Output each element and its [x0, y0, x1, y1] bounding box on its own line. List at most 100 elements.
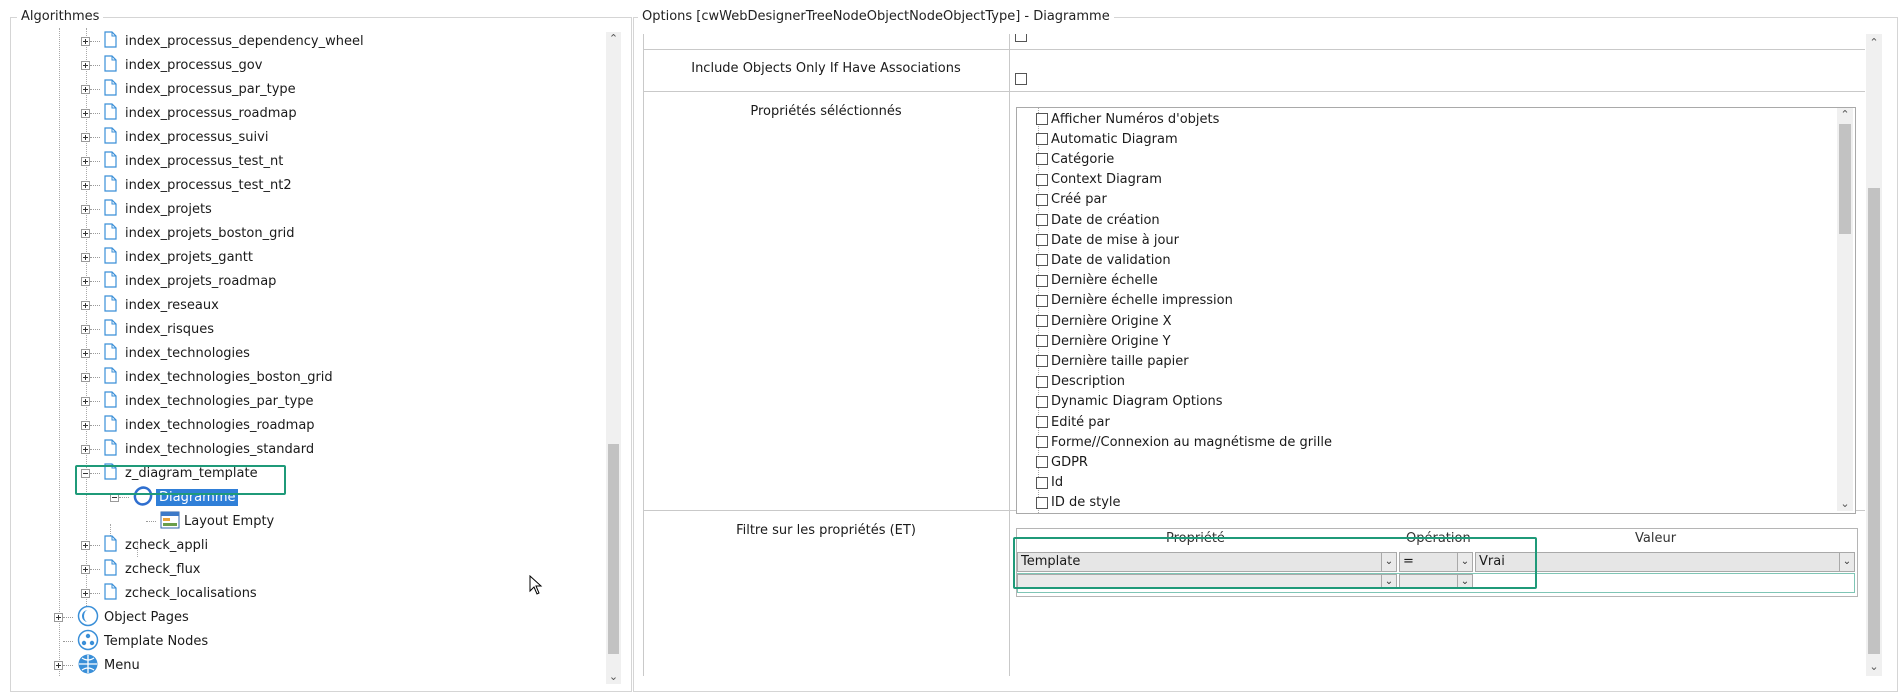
property-list-item[interactable]: Catégorie — [1036, 149, 1114, 169]
tree-item[interactable]: index_processus_dependency_wheel — [81, 29, 364, 53]
top-partial-checkbox[interactable] — [1015, 34, 1027, 42]
tree-item-object-pages[interactable]: Object Pages — [54, 605, 189, 629]
property-checkbox[interactable] — [1036, 436, 1048, 449]
tree-item[interactable]: index_processus_par_type — [81, 77, 296, 101]
property-checkbox[interactable] — [1036, 355, 1048, 368]
tree-item[interactable]: index_projets_roadmap — [81, 269, 276, 293]
expand-plus-icon[interactable] — [81, 300, 90, 310]
property-checkbox[interactable] — [1036, 113, 1048, 125]
properties-scrollbar-thumb[interactable] — [1839, 124, 1851, 234]
property-list-item[interactable]: Date de validation — [1036, 250, 1171, 270]
filter-value-dropdown-icon[interactable]: ⌄ — [1839, 553, 1854, 571]
expand-plus-icon[interactable] — [81, 372, 90, 382]
tree-item[interactable]: index_processus_gov — [81, 53, 262, 77]
property-checkbox[interactable] — [1036, 496, 1048, 509]
options-scrollbar[interactable]: ⌃ ⌄ — [1866, 34, 1882, 676]
property-checkbox[interactable] — [1036, 375, 1048, 388]
expand-plus-icon[interactable] — [81, 420, 90, 430]
expand-plus-icon[interactable] — [81, 252, 90, 262]
tree-item[interactable]: zcheck_localisations — [81, 581, 257, 605]
options-scrollbar-thumb[interactable] — [1868, 188, 1880, 654]
property-checkbox[interactable] — [1036, 456, 1048, 469]
expand-plus-icon[interactable] — [81, 156, 90, 166]
property-list-item[interactable]: Forme//Connexion au magnétisme de grille — [1036, 432, 1332, 452]
scroll-down-arrow-icon[interactable]: ⌄ — [606, 670, 621, 684]
expand-plus-icon[interactable] — [81, 564, 90, 574]
expand-plus-icon[interactable] — [81, 204, 90, 214]
expand-plus-icon[interactable] — [81, 444, 90, 454]
property-checkbox[interactable] — [1036, 294, 1048, 307]
property-list-item[interactable]: Dernière taille papier — [1036, 351, 1189, 371]
tree-item-menu[interactable]: Menu — [54, 653, 140, 677]
property-list-item[interactable]: GDPR — [1036, 452, 1088, 472]
property-checkbox[interactable] — [1036, 476, 1048, 489]
property-checkbox[interactable] — [1036, 193, 1048, 206]
expand-plus-icon[interactable] — [81, 84, 90, 94]
tree-item[interactable]: index_risques — [81, 317, 214, 341]
expand-plus-icon[interactable] — [81, 276, 90, 286]
expand-plus-icon[interactable] — [81, 36, 90, 46]
property-list-item[interactable]: Dernière Origine X — [1036, 311, 1172, 331]
properties-scroll-down-icon[interactable]: ⌄ — [1837, 497, 1853, 511]
tree-item-template-nodes[interactable]: Template Nodes — [54, 629, 208, 653]
property-checkbox[interactable] — [1036, 133, 1048, 146]
include-objects-checkbox[interactable] — [1015, 73, 1027, 85]
property-list-item[interactable]: ID de style — [1036, 493, 1121, 513]
tree-scrollbar[interactable]: ⌃ ⌄ — [606, 32, 621, 684]
expand-plus-icon[interactable] — [81, 348, 90, 358]
property-list-item[interactable]: Context Diagram — [1036, 170, 1162, 190]
tree-item[interactable]: index_processus_suivi — [81, 125, 268, 149]
options-scroll-down-icon[interactable]: ⌄ — [1866, 660, 1882, 674]
properties-scroll-up-icon[interactable]: ⌃ — [1837, 108, 1853, 122]
tree-item[interactable]: index_projets — [81, 197, 212, 221]
property-checkbox[interactable] — [1036, 173, 1048, 186]
tree-item[interactable]: index_projets_boston_grid — [81, 221, 295, 245]
tree-item[interactable]: zcheck_appli — [81, 533, 208, 557]
tree-scrollbar-thumb[interactable] — [608, 444, 619, 654]
expand-plus-icon[interactable] — [81, 108, 90, 118]
property-list-item[interactable]: Créé par — [1036, 190, 1107, 210]
property-list-item[interactable]: Dernière échelle — [1036, 271, 1158, 291]
tree-item-layout[interactable]: Layout Empty — [137, 509, 274, 533]
property-list-item[interactable]: Afficher Numéros d'objets — [1036, 109, 1219, 129]
expand-plus-icon[interactable] — [54, 612, 63, 622]
tree-item[interactable]: zcheck_flux — [81, 557, 201, 581]
property-checkbox[interactable] — [1036, 335, 1048, 348]
property-list-item[interactable]: Date de mise à jour — [1036, 230, 1179, 250]
tree-item[interactable]: index_technologies_roadmap — [81, 413, 315, 437]
expand-plus-icon[interactable] — [81, 324, 90, 334]
tree-item[interactable]: index_technologies — [81, 341, 250, 365]
expand-plus-icon[interactable] — [81, 228, 90, 238]
tree-item[interactable]: index_processus_roadmap — [81, 101, 297, 125]
expand-plus-icon[interactable] — [81, 540, 90, 550]
property-checkbox[interactable] — [1036, 315, 1048, 327]
tree-item[interactable]: index_projets_gantt — [81, 245, 253, 269]
property-list-item[interactable]: Automatic Diagram — [1036, 129, 1178, 149]
expand-plus-icon[interactable] — [81, 396, 90, 406]
property-list-item[interactable]: Dynamic Diagram Options — [1036, 392, 1223, 412]
expand-plus-icon[interactable] — [81, 588, 90, 598]
property-list-item[interactable]: Dernière échelle impression — [1036, 291, 1233, 311]
properties-scrollbar[interactable]: ⌃ ⌄ — [1837, 108, 1853, 511]
property-checkbox[interactable] — [1036, 234, 1048, 247]
tree-item[interactable]: index_reseaux — [81, 293, 219, 317]
expand-plus-icon[interactable] — [54, 660, 63, 670]
tree-item[interactable]: index_technologies_boston_grid — [81, 365, 333, 389]
property-checkbox[interactable] — [1036, 214, 1048, 226]
property-checkbox[interactable] — [1036, 254, 1048, 267]
tree-item[interactable]: index_processus_test_nt — [81, 149, 283, 173]
property-list-item[interactable]: Date de création — [1036, 210, 1160, 230]
expand-plus-icon[interactable] — [81, 132, 90, 142]
expand-plus-icon[interactable] — [81, 60, 90, 70]
property-checkbox[interactable] — [1036, 395, 1048, 408]
tree-item[interactable]: index_technologies_par_type — [81, 389, 314, 413]
options-scroll-up-icon[interactable]: ⌃ — [1866, 36, 1882, 50]
tree-item[interactable]: index_technologies_standard — [81, 437, 314, 461]
property-list-item[interactable]: Dernière Origine Y — [1036, 331, 1171, 351]
expand-plus-icon[interactable] — [81, 180, 90, 190]
scroll-up-arrow-icon[interactable]: ⌃ — [606, 32, 621, 46]
property-checkbox[interactable] — [1036, 274, 1048, 287]
property-checkbox[interactable] — [1036, 416, 1048, 428]
property-list-item[interactable]: Id — [1036, 473, 1063, 493]
property-list-item[interactable]: Edité par — [1036, 412, 1110, 432]
